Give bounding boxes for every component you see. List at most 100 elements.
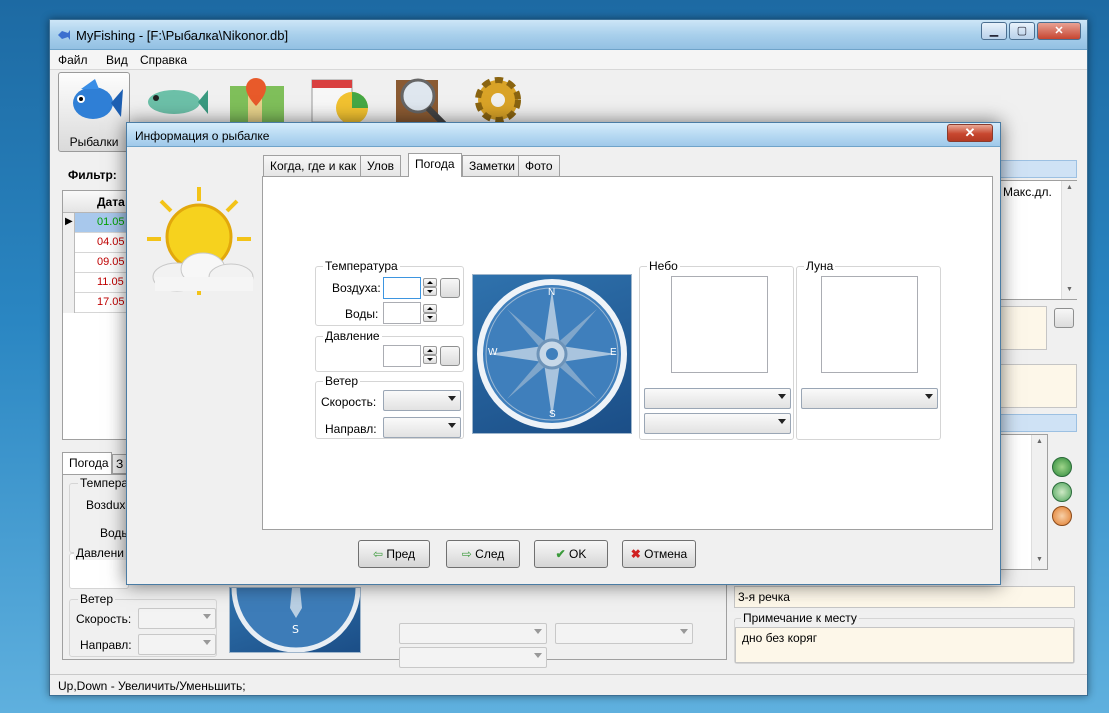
- fishing-trips-button[interactable]: Рыбалки: [58, 72, 130, 152]
- dialog-titlebar[interactable]: Информация о рыбалке ✕: [127, 123, 1000, 147]
- tab-when-where[interactable]: Когда, где и как: [263, 155, 364, 176]
- settings-gear-icon[interactable]: [470, 74, 530, 126]
- row-date: 17.05: [97, 296, 125, 308]
- sky-image[interactable]: [671, 276, 768, 373]
- menu-file[interactable]: Файл: [58, 53, 88, 67]
- add-place-icon[interactable]: [1052, 457, 1072, 477]
- prev-arrow-icon: ⇦: [372, 547, 383, 561]
- table-row[interactable]: 09.05: [75, 253, 129, 273]
- next-label: След: [475, 547, 505, 561]
- cancel-x-icon: ✖: [630, 547, 641, 561]
- sky-caption: Небо: [647, 259, 680, 273]
- keyboard-icon[interactable]: [1054, 308, 1074, 328]
- water-temp-spinner[interactable]: [423, 304, 437, 322]
- water-temp-input[interactable]: [383, 302, 421, 324]
- maximize-button[interactable]: ▢: [1009, 22, 1035, 40]
- lower-compass-icon: S: [231, 588, 360, 652]
- moon-combo[interactable]: [801, 388, 938, 409]
- places-scrollbar[interactable]: [1031, 435, 1047, 569]
- water-temp-label: Воды:: [345, 307, 379, 321]
- search-icon[interactable]: [388, 74, 452, 126]
- tab-weather[interactable]: Погода: [408, 153, 462, 177]
- table-row[interactable]: 01.05: [75, 213, 129, 233]
- pressure-caption: Давление: [323, 329, 382, 343]
- lower-moon-combo[interactable]: [555, 623, 693, 644]
- pressure-spinner[interactable]: [423, 346, 437, 364]
- close-button[interactable]: ✕: [1037, 22, 1081, 40]
- edit-place-icon[interactable]: [1052, 482, 1072, 502]
- lower-wind-group: Ветер Скорость: Направл:: [69, 592, 217, 657]
- air-temp-extra-button[interactable]: [440, 278, 460, 298]
- max-length-column-header[interactable]: Макс.дл.: [1003, 185, 1052, 199]
- lower-direction-combo[interactable]: [138, 634, 216, 655]
- date-column-header[interactable]: Дата: [97, 195, 125, 209]
- compass-image[interactable]: N E S W: [472, 274, 632, 434]
- map-icon[interactable]: [228, 76, 286, 126]
- sky-group: Небо: [639, 259, 794, 440]
- temperature-group: Температура Воздуха: Воды:: [315, 259, 464, 326]
- pressure-input[interactable]: [383, 345, 421, 367]
- place-note-field[interactable]: дно без коряг: [735, 627, 1074, 663]
- place-name-value: 3-я речка: [738, 590, 790, 604]
- moon-group: Луна: [796, 259, 941, 440]
- sun-cloud-icon: [147, 187, 254, 295]
- lower-sky-combo-2[interactable]: [399, 647, 547, 668]
- table-row[interactable]: 04.05: [75, 233, 129, 253]
- dialog-close-button[interactable]: ✕: [947, 124, 993, 142]
- compass-east-label: E: [610, 347, 617, 358]
- cancel-label: Отмена: [644, 547, 688, 561]
- cancel-button[interactable]: ✖ Отмена: [622, 540, 696, 568]
- statistics-icon[interactable]: [308, 76, 372, 126]
- status-bar: Up,Down - Увеличить/Уменьшить;: [50, 674, 1087, 695]
- menu-view[interactable]: Вид: [106, 53, 128, 67]
- wind-direction-label: Направл:: [325, 422, 377, 436]
- wind-caption: Ветер: [323, 374, 360, 388]
- row-date: 01.05: [97, 216, 125, 228]
- place-note-value: дно без коряг: [742, 631, 818, 645]
- fish-app-icon: [58, 30, 70, 40]
- table-row[interactable]: 17.05: [75, 293, 129, 313]
- air-temp-spinner[interactable]: [423, 278, 437, 296]
- svg-text:S: S: [292, 623, 299, 636]
- lower-temp-caption: Темпера: [78, 476, 131, 490]
- tab-photo[interactable]: Фото: [518, 155, 560, 176]
- next-button[interactable]: ⇨ След: [446, 540, 520, 568]
- tab-notes[interactable]: Заметки: [462, 155, 522, 176]
- main-titlebar[interactable]: MyFishing - [F:\Рыбалка\Nikonor.db] ▁ ▢ …: [50, 20, 1087, 50]
- sky-combo-1[interactable]: [644, 388, 791, 409]
- place-note-caption: Примечание к месту: [741, 611, 859, 625]
- table-row[interactable]: 11.05: [75, 273, 129, 293]
- tab-catch[interactable]: Улов: [360, 155, 402, 176]
- sky-combo-2[interactable]: [644, 413, 791, 434]
- filter-label: Фильтр:: [68, 168, 117, 182]
- menu-help[interactable]: Справка: [140, 53, 187, 67]
- weather-tab-page: Температура Воздуха: Воды: Давление Вете…: [262, 176, 993, 530]
- current-row-arrow-icon: ▶: [65, 216, 73, 227]
- place-name-field[interactable]: 3-я речка: [734, 586, 1075, 608]
- tab-weather-lower[interactable]: Погода: [62, 452, 112, 474]
- catch-grid-scrollbar[interactable]: [1061, 181, 1077, 299]
- ok-button[interactable]: ✔ OK: [534, 540, 608, 568]
- compass-north-label: N: [548, 287, 556, 298]
- prev-label: Пред: [386, 547, 416, 561]
- minimize-button[interactable]: ▁: [981, 22, 1007, 40]
- dialog-title: Информация о рыбалке: [135, 129, 270, 143]
- wind-direction-combo[interactable]: [383, 417, 461, 438]
- delete-place-icon[interactable]: [1052, 506, 1072, 526]
- temperature-caption: Температура: [323, 259, 400, 273]
- air-temp-input[interactable]: [383, 277, 421, 299]
- lower-sky-combo-1[interactable]: [399, 623, 547, 644]
- wind-speed-combo[interactable]: [383, 390, 461, 411]
- lower-speed-label: Скорость:: [76, 612, 132, 626]
- fish-species-icon[interactable]: [144, 76, 208, 126]
- pressure-extra-button[interactable]: [440, 346, 460, 366]
- lower-speed-combo[interactable]: [138, 608, 216, 629]
- moon-image[interactable]: [821, 276, 918, 373]
- grid-header: Дата: [63, 191, 127, 213]
- ok-check-icon: ✔: [555, 547, 566, 561]
- compass-west-label: W: [488, 347, 498, 358]
- lower-compass-image: S: [229, 587, 361, 653]
- lower-wind-caption: Ветер: [78, 592, 115, 606]
- prev-button[interactable]: ⇦ Пред: [358, 540, 430, 568]
- row-date: 09.05: [97, 256, 125, 268]
